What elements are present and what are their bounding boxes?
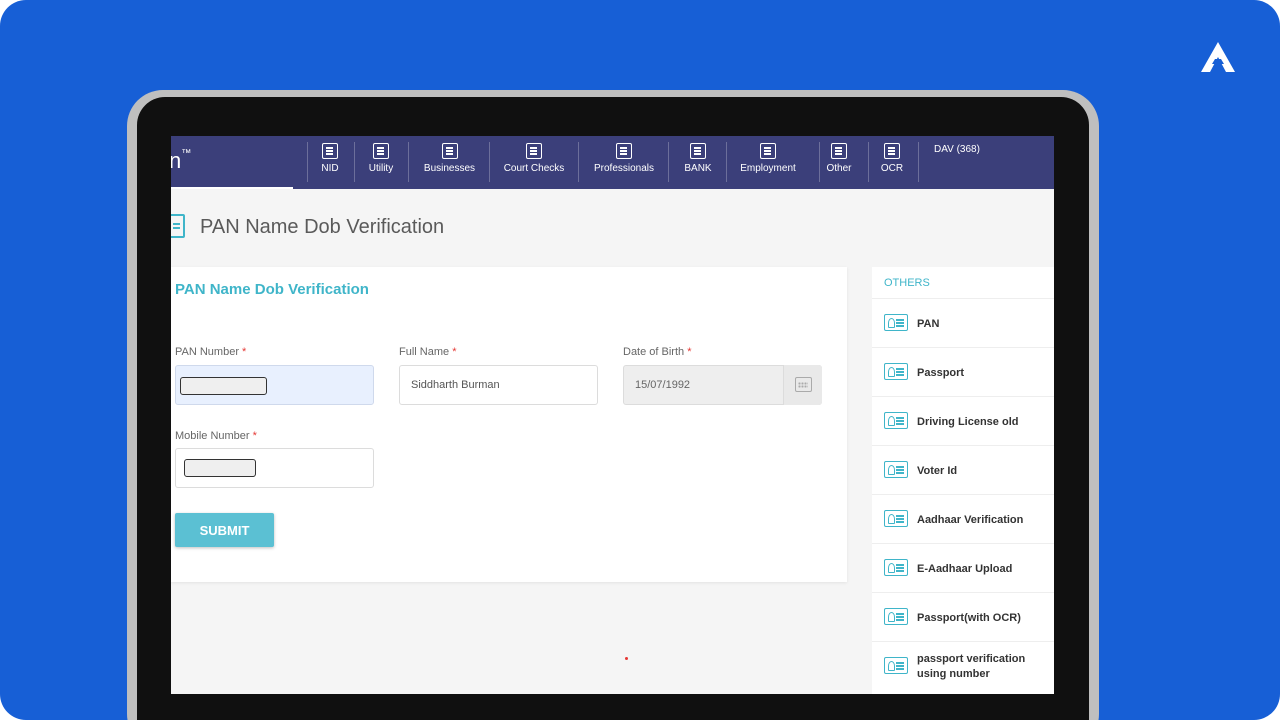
sidebar-heading: OTHERS — [884, 277, 930, 289]
brand-logo-icon — [1201, 42, 1235, 72]
nav-item-businesses[interactable]: Businesses — [417, 136, 482, 189]
nav-divider — [408, 142, 409, 182]
sidebar-item-passport-with-ocr[interactable]: Passport(with OCR) — [872, 592, 1054, 641]
pan-number-label-text: PAN Number — [175, 346, 239, 358]
presentation-background: n™ NID Utility Businesses Court Checks P… — [0, 0, 1280, 720]
id-card-icon — [322, 143, 338, 159]
redacted-pan-value — [180, 377, 267, 395]
sidebar-item-label: Passport(with OCR) — [917, 612, 1021, 624]
nav-item-label: Court Checks — [503, 163, 565, 174]
nav-divider — [307, 142, 308, 182]
top-navigation-bar: n™ NID Utility Businesses Court Checks P… — [171, 136, 1054, 189]
document-icon — [760, 143, 776, 159]
nav-divider — [726, 142, 727, 182]
sidebar-item-passport-verification-number[interactable]: passport verification using number — [872, 641, 1054, 690]
nav-item-label: Utility — [368, 163, 394, 174]
id-card-icon — [884, 510, 908, 527]
date-of-birth-label-text: Date of Birth — [623, 346, 685, 358]
submit-button[interactable]: SUBMIT — [175, 513, 274, 547]
document-icon — [441, 143, 458, 159]
mobile-number-label: Mobile Number * — [175, 430, 257, 442]
sidebar-item-label: Passport — [917, 367, 965, 379]
ocr-icon — [884, 143, 900, 159]
sidebar-item-label: Driving License old — [917, 416, 1019, 428]
required-mark: * — [242, 346, 247, 358]
sidebar-item-e-aadhaar-upload[interactable]: E-Aadhaar Upload — [872, 543, 1054, 592]
full-name-label: Full Name * — [399, 346, 456, 358]
required-mark: * — [252, 430, 257, 442]
logo-active-underline — [171, 187, 293, 189]
document-icon — [690, 143, 706, 159]
nav-item-label: NID — [321, 163, 339, 174]
date-of-birth-label: Date of Birth * — [623, 346, 691, 358]
nav-item-label: OCR — [880, 163, 904, 174]
nav-item-label: Employment — [740, 163, 796, 174]
sidebar-item-label: Voter Id — [917, 465, 958, 477]
nav-item-professionals[interactable]: Professionals — [589, 136, 659, 189]
id-card-icon — [831, 143, 847, 159]
page-document-icon — [171, 214, 185, 238]
nav-divider — [868, 142, 869, 182]
sidebar-item-label: PAN — [917, 318, 940, 330]
sidebar-item-driving-license-old[interactable]: Driving License old — [872, 396, 1054, 445]
app-screen: n™ NID Utility Businesses Court Checks P… — [171, 136, 1054, 694]
id-card-icon — [884, 657, 908, 674]
required-mark: * — [452, 346, 457, 358]
nav-item-bank[interactable]: BANK — [678, 136, 718, 189]
nav-item-label: Other — [826, 163, 852, 174]
nav-divider — [354, 142, 355, 182]
user-account-label[interactable]: DAV (368) — [934, 144, 980, 155]
id-card-icon — [884, 461, 908, 478]
court-icon — [526, 143, 542, 159]
nav-divider — [578, 142, 579, 182]
sidebar-item-label: E-Aadhaar Upload — [917, 563, 1013, 575]
id-card-icon — [884, 363, 908, 380]
form-title: PAN Name Dob Verification — [175, 281, 369, 298]
trademark-symbol: ™ — [181, 147, 192, 159]
nav-item-utility[interactable]: Utility — [361, 136, 401, 189]
sidebar-item-label: Aadhaar Verification — [917, 514, 1024, 526]
sidebar-item-label: passport verification using number — [917, 653, 1026, 680]
app-logo[interactable]: n™ — [171, 148, 191, 174]
nav-item-other[interactable]: Other — [823, 136, 855, 189]
redacted-mobile-value — [184, 459, 256, 477]
nav-item-employment[interactable]: Employment — [735, 136, 801, 189]
full-name-label-text: Full Name — [399, 346, 450, 358]
id-card-icon — [884, 314, 908, 331]
nav-item-ocr[interactable]: OCR — [877, 136, 907, 189]
nav-item-nid[interactable]: NID — [314, 136, 346, 189]
required-mark: * — [687, 346, 692, 358]
nav-item-label: Businesses — [423, 163, 476, 174]
id-card-icon — [884, 608, 908, 625]
nav-item-label: Professionals — [593, 163, 655, 174]
mobile-number-label-text: Mobile Number — [175, 430, 250, 442]
nav-item-label: BANK — [684, 163, 712, 174]
id-card-icon — [884, 559, 908, 576]
page-title: PAN Name Dob Verification — [200, 216, 445, 238]
document-icon — [616, 143, 632, 159]
id-card-icon — [884, 412, 908, 429]
nav-divider — [819, 142, 820, 182]
others-sidebar: OTHERS PAN Passport Driving License old … — [872, 267, 1054, 694]
calendar-picker-button[interactable] — [783, 365, 822, 405]
document-icon — [373, 143, 389, 159]
pan-number-label: PAN Number * — [175, 346, 246, 358]
calendar-icon — [795, 377, 812, 392]
sidebar-item-voter-id[interactable]: Voter Id — [872, 445, 1054, 494]
nav-divider — [489, 142, 490, 182]
full-name-input[interactable]: Siddharth Burman — [399, 365, 598, 405]
nav-divider — [918, 142, 919, 182]
nav-divider — [668, 142, 669, 182]
sidebar-item-passport[interactable]: Passport — [872, 347, 1054, 396]
sidebar-item-aadhaar-verification[interactable]: Aadhaar Verification — [872, 494, 1054, 543]
sidebar-item-pan[interactable]: PAN — [872, 298, 1054, 347]
app-logo-text: n — [171, 148, 182, 173]
stray-dot — [625, 657, 628, 660]
nav-item-court-checks[interactable]: Court Checks — [498, 136, 570, 189]
